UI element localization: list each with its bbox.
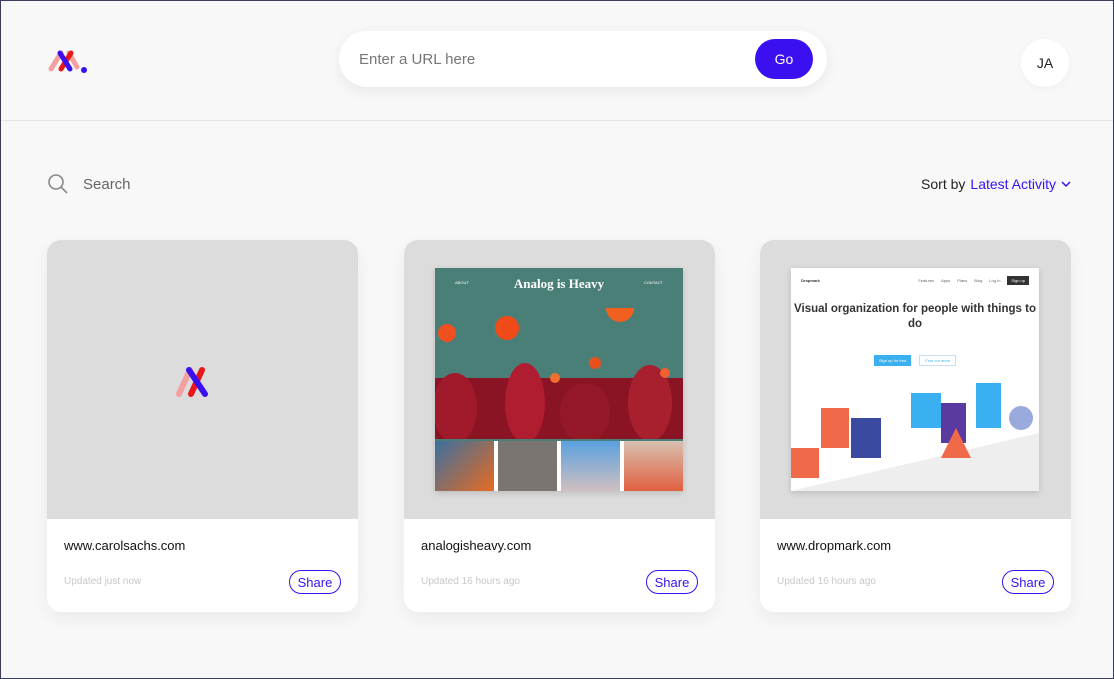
card-thumbnail: Dropmark Features Apps Plans Blog Log In Sig… <box>760 240 1071 519</box>
card-domain[interactable]: analogisheavy.com <box>421 538 531 553</box>
thumb-gallery <box>435 441 683 491</box>
share-button[interactable]: Share <box>1002 570 1054 594</box>
search[interactable]: Search <box>47 173 131 195</box>
card-domain[interactable]: www.dropmark.com <box>777 538 891 553</box>
share-button[interactable]: Share <box>646 570 698 594</box>
sort-prefix: Sort by <box>921 176 966 192</box>
card-updated: Updated just now <box>64 576 142 587</box>
thumb-nav: Dropmark Features Apps Plans Blog Log In Sig… <box>801 276 1029 285</box>
share-button[interactable]: Share <box>289 570 341 594</box>
card-thumbnail <box>47 240 358 519</box>
header: Go JA <box>1 1 1113 121</box>
app-logo[interactable] <box>47 45 91 75</box>
search-icon <box>48 174 68 194</box>
placeholder-logo <box>176 367 208 397</box>
site-screenshot: Dropmark Features Apps Plans Blog Log In Sig… <box>791 268 1039 491</box>
card-updated: Updated 16 hours ago <box>421 576 520 587</box>
site-screenshot: ABOUT Analog is Heavy CONTACT <box>435 268 683 491</box>
url-input[interactable] <box>359 47 739 71</box>
avatar[interactable]: JA <box>1021 39 1069 87</box>
chevron-down-icon <box>1061 180 1071 187</box>
site-card[interactable]: Dropmark Features Apps Plans Blog Log In Sig… <box>760 240 1071 612</box>
sort-value[interactable]: Latest Activity <box>970 176 1056 192</box>
thumb-nav-right: CONTACT <box>643 280 663 285</box>
card-thumbnail: ABOUT Analog is Heavy CONTACT <box>404 240 715 519</box>
thumb-headline: Visual organization for people with thin… <box>794 303 1036 330</box>
site-card[interactable]: www.carolsachs.com Updated just now Shar… <box>47 240 358 612</box>
go-button[interactable]: Go <box>755 39 813 79</box>
card-domain[interactable]: www.carolsachs.com <box>64 538 185 553</box>
card-updated: Updated 16 hours ago <box>777 576 876 587</box>
site-card[interactable]: ABOUT Analog is Heavy CONTACT analogishe… <box>404 240 715 612</box>
flowers-image <box>435 308 683 439</box>
search-label: Search <box>83 175 131 193</box>
sort-control[interactable]: Sort by Latest Activity <box>921 176 1071 192</box>
url-bar: Go <box>339 31 827 87</box>
illustration <box>791 383 1039 491</box>
